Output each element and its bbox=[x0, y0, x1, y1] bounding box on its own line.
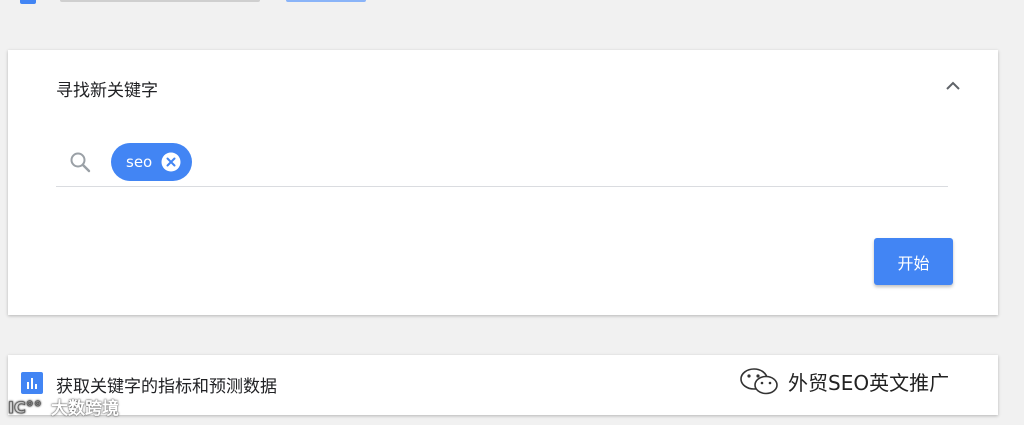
start-button[interactable]: 开始 bbox=[874, 238, 953, 285]
keyword-chip[interactable]: seo bbox=[111, 143, 192, 181]
previous-section-icon bbox=[20, 0, 36, 4]
keyword-chip-label: seo bbox=[126, 153, 153, 171]
previous-section-text bbox=[60, 0, 260, 2]
bar-chart-icon bbox=[21, 372, 43, 394]
chevron-up-icon[interactable] bbox=[943, 76, 963, 96]
card-title: 寻找新关键字 bbox=[56, 81, 158, 101]
brand-logo-icon: IC°° bbox=[8, 397, 42, 417]
keyword-search-input[interactable]: seo bbox=[56, 142, 948, 187]
watermark-right: 外贸SEO英文推广 bbox=[738, 366, 949, 396]
search-icon bbox=[68, 150, 92, 174]
watermark-right-text: 外贸SEO英文推广 bbox=[788, 370, 950, 395]
previous-section-strip bbox=[0, 0, 1024, 8]
wechat-icon bbox=[740, 368, 778, 395]
previous-section-link[interactable] bbox=[286, 0, 366, 2]
find-new-keywords-card: 寻找新关键字 seo 开始 bbox=[8, 50, 998, 315]
watermark-left: IC°° 大数跨境 bbox=[8, 394, 119, 419]
watermark-left-text: 大数跨境 bbox=[51, 399, 119, 419]
close-circle-icon[interactable] bbox=[161, 152, 181, 172]
svg-text:IC°°: IC°° bbox=[8, 398, 42, 417]
